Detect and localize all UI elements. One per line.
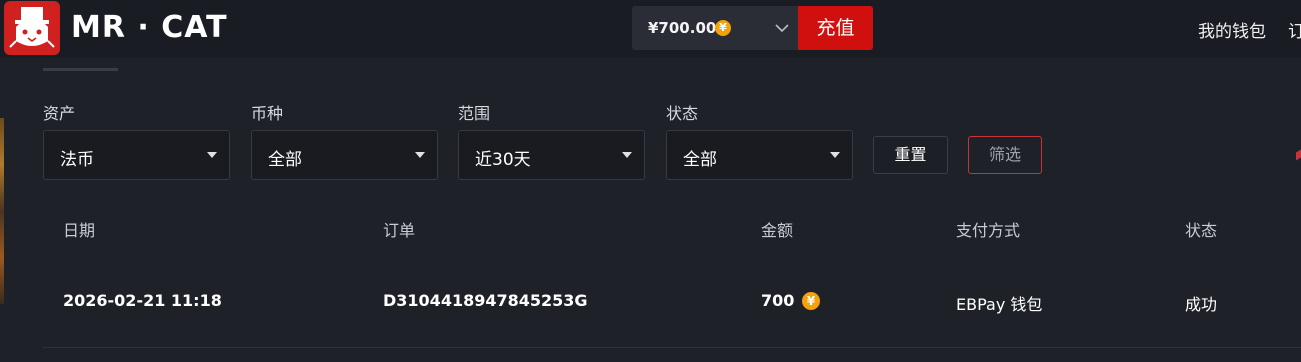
- brand-name[interactable]: MR · CAT: [71, 10, 228, 45]
- status-select[interactable]: 全部: [666, 130, 853, 180]
- caret-down-icon: [415, 152, 425, 158]
- range-select[interactable]: 近30天: [458, 130, 645, 180]
- top-navbar: MR · CAT ¥700.00 ¥ 充值 我的钱包 订: [0, 0, 1301, 58]
- asset-select-value: 法币: [60, 150, 94, 170]
- caret-down-icon: [207, 152, 217, 158]
- nav-my-wallet[interactable]: 我的钱包: [1198, 17, 1266, 42]
- row-divider: [43, 347, 1301, 348]
- tab-indicator: [43, 68, 118, 71]
- yuan-coin-icon: ¥: [715, 20, 731, 36]
- currency-label: 币种: [251, 104, 284, 123]
- balance-amount: ¥700.00: [648, 19, 717, 37]
- caret-down-icon: [622, 152, 632, 158]
- asset-label: 资产: [43, 104, 76, 123]
- asset-select[interactable]: 法币: [43, 130, 230, 180]
- side-background-image: [0, 118, 4, 304]
- range-select-value: 近30天: [475, 150, 531, 170]
- row-status: 成功: [1185, 295, 1218, 314]
- column-header-payment: 支付方式: [956, 221, 1021, 240]
- logo-icon[interactable]: [4, 1, 60, 55]
- yuan-coin-icon: ¥: [802, 292, 820, 310]
- range-label: 范围: [458, 104, 491, 123]
- balance-dropdown[interactable]: ¥700.00 ¥: [632, 6, 798, 50]
- recharge-button[interactable]: 充值: [798, 6, 873, 50]
- decorative-mark: [1296, 149, 1301, 161]
- reset-button[interactable]: 重置: [873, 136, 948, 174]
- row-date: 2026-02-21 11:18: [63, 291, 222, 310]
- caret-down-icon: [830, 152, 840, 158]
- row-payment-method: EBPay 钱包: [956, 295, 1043, 314]
- column-header-order: 订单: [383, 221, 416, 240]
- filter-button[interactable]: 筛选: [968, 136, 1042, 174]
- currency-select-value: 全部: [268, 150, 302, 170]
- nav-orders-truncated[interactable]: 订: [1288, 17, 1301, 42]
- chevron-down-icon: [775, 24, 789, 33]
- row-order-id: D3104418947845253G: [383, 291, 588, 310]
- column-header-status: 状态: [1185, 221, 1218, 240]
- status-select-value: 全部: [683, 150, 717, 170]
- status-label: 状态: [666, 104, 699, 123]
- column-header-amount: 金额: [761, 221, 794, 240]
- column-header-date: 日期: [63, 221, 96, 240]
- currency-select[interactable]: 全部: [251, 130, 438, 180]
- row-amount: 700: [761, 291, 795, 310]
